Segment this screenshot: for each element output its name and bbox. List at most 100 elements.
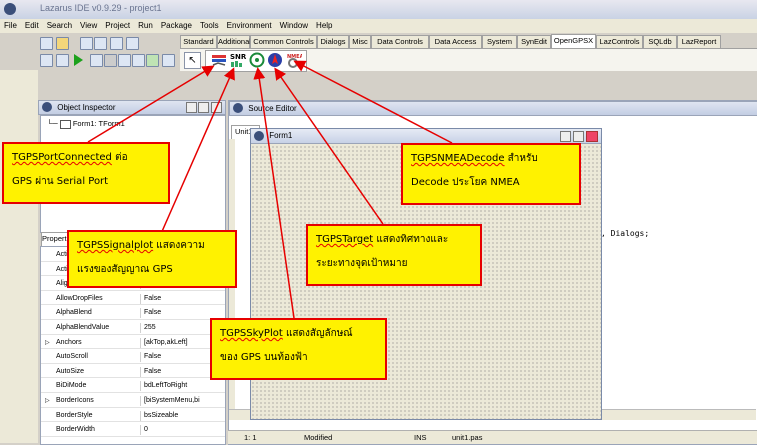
view-forms-icon[interactable] bbox=[56, 54, 69, 67]
property-row[interactable]: BorderStyle bsSizeable bbox=[41, 410, 225, 423]
property-name: AutoSize bbox=[56, 366, 141, 377]
tab-lazreport[interactable]: LazReport bbox=[677, 35, 721, 48]
form1-minimize-icon[interactable] bbox=[560, 131, 571, 142]
form1-maximize-icon[interactable] bbox=[573, 131, 584, 142]
tree-item-form1[interactable]: └─ Form1: TForm1 bbox=[47, 119, 125, 129]
tab-lazcontrols[interactable]: LazControls bbox=[596, 35, 643, 48]
component-palette: ↖ SNR NMEA bbox=[180, 48, 757, 72]
property-row[interactable]: AutoSize False bbox=[41, 366, 225, 379]
tab-data-controls[interactable]: Data Controls bbox=[371, 35, 429, 48]
target-icon[interactable] bbox=[266, 52, 284, 68]
property-row[interactable]: BorderWidth 0 bbox=[41, 425, 225, 437]
form1-close-icon[interactable] bbox=[586, 131, 598, 142]
property-name: AlphaBlend bbox=[56, 308, 141, 319]
toggle-form-icon[interactable] bbox=[110, 37, 123, 50]
tab-opengpsx[interactable]: OpenGPSX bbox=[551, 34, 596, 49]
object-inspector-header: Object Inspector bbox=[38, 100, 226, 115]
gps-port-icon[interactable] bbox=[210, 52, 228, 68]
callout-skyplot: TGPSSkyPlot แสดงสัญลักษณ์ ของ GPS บนท้อง… bbox=[210, 318, 387, 380]
menu-item-edit[interactable]: Edit bbox=[21, 19, 43, 30]
tab-additional[interactable]: Additional bbox=[217, 35, 251, 48]
tree-line-icon: └─ bbox=[47, 119, 58, 128]
tab-synedit[interactable]: SynEdit bbox=[517, 35, 551, 48]
callout-target: TGPSTarget แสดงทิศทางและ ระยะทางจุดเป้าห… bbox=[306, 224, 482, 286]
status-cursor-pos: 1: 1 bbox=[244, 433, 257, 442]
property-name: Anchors bbox=[56, 337, 141, 348]
lazarus-icon bbox=[42, 102, 52, 112]
lazarus-icon bbox=[254, 131, 264, 141]
close-icon[interactable] bbox=[211, 102, 222, 113]
menu-item-file[interactable]: File bbox=[0, 19, 21, 30]
step-over-icon[interactable] bbox=[132, 54, 145, 67]
status-modified: Modified bbox=[304, 433, 333, 442]
property-value[interactable]: bdLeftToRight bbox=[144, 381, 224, 391]
property-row[interactable]: BiDiMode bdLeftToRight bbox=[41, 381, 225, 393]
view-units-icon[interactable] bbox=[126, 37, 139, 50]
sky-plot-icon[interactable] bbox=[248, 52, 266, 68]
app-logo-icon bbox=[4, 3, 16, 15]
step-into-icon[interactable] bbox=[118, 54, 131, 67]
form1-title-bar: Form1 bbox=[251, 129, 601, 144]
component-palette-tabs: Standard Additional Common Controls Dialogs… bbox=[180, 34, 757, 49]
menu-item-window[interactable]: Window bbox=[276, 19, 312, 30]
window-title: Lazarus IDE v0.9.29 - project1 bbox=[40, 3, 162, 13]
property-value[interactable]: [biSystemMenu,bi bbox=[144, 396, 224, 406]
nmea-decode-icon[interactable]: NMEA bbox=[284, 52, 302, 68]
minimize-icon[interactable] bbox=[186, 102, 197, 113]
step-out-icon[interactable] bbox=[162, 54, 175, 67]
run-icon[interactable] bbox=[74, 54, 83, 66]
tab-system[interactable]: System bbox=[482, 35, 517, 48]
tab-common-controls[interactable]: Common Controls bbox=[250, 35, 317, 48]
snr-signal-icon[interactable]: SNR bbox=[229, 52, 247, 68]
property-row[interactable]: ▷ BorderIcons [biSystemMenu,bi bbox=[41, 396, 225, 408]
code-fragment: , Dialogs; bbox=[601, 229, 650, 238]
source-editor-header: Source Editor bbox=[229, 101, 757, 116]
menu-bar: File Edit Search View Project Run Package Tools… bbox=[0, 19, 757, 33]
property-row[interactable]: AlphaBlendValue 255 bbox=[41, 323, 225, 335]
property-value[interactable]: 0 bbox=[144, 425, 224, 435]
property-row[interactable]: AlphaBlend False bbox=[41, 308, 225, 320]
tab-data-access[interactable]: Data Access bbox=[429, 35, 482, 48]
menu-item-run[interactable]: Run bbox=[134, 19, 157, 30]
new-form-icon[interactable] bbox=[40, 54, 53, 67]
object-inspector-title: Object Inspector bbox=[57, 103, 116, 112]
main-toolbar bbox=[38, 34, 178, 70]
property-name: AutoScroll bbox=[56, 352, 141, 363]
property-name: BiDiMode bbox=[56, 381, 141, 392]
menu-item-environment[interactable]: Environment bbox=[223, 19, 276, 30]
run-to-cursor-icon[interactable] bbox=[146, 54, 159, 67]
status-filename: unit1.pas bbox=[452, 433, 483, 442]
tab-dialogs[interactable]: Dialogs bbox=[317, 35, 349, 48]
property-row[interactable]: ▷ Anchors [akTop,akLeft] bbox=[41, 337, 225, 350]
menu-item-package[interactable]: Package bbox=[157, 19, 196, 30]
selection-pointer-icon[interactable]: ↖ bbox=[184, 52, 201, 69]
source-editor-title: Source Editor bbox=[248, 104, 297, 113]
expand-icon[interactable]: ▷ bbox=[45, 396, 50, 406]
expand-icon[interactable]: ▷ bbox=[45, 338, 50, 348]
save-icon[interactable] bbox=[80, 37, 93, 50]
new-unit-icon[interactable] bbox=[40, 37, 53, 50]
callout-port: TGPSPortConnected ต่อ GPS ผ่าน Serial Po… bbox=[2, 142, 170, 204]
property-row[interactable]: AutoScroll False bbox=[41, 352, 225, 364]
left-gutter bbox=[0, 70, 38, 443]
property-name: AlphaBlendValue bbox=[56, 323, 141, 333]
menu-item-search[interactable]: Search bbox=[43, 19, 76, 30]
pause-icon[interactable] bbox=[90, 54, 103, 67]
restore-icon[interactable] bbox=[198, 102, 209, 113]
save-all-icon[interactable] bbox=[94, 37, 107, 50]
property-value[interactable]: bsSizeable bbox=[144, 411, 224, 421]
stop-icon[interactable] bbox=[104, 54, 117, 67]
open-icon[interactable] bbox=[56, 37, 69, 50]
tab-standard[interactable]: Standard bbox=[180, 35, 217, 48]
menu-item-project[interactable]: Project bbox=[101, 19, 134, 30]
tab-misc[interactable]: Misc bbox=[349, 35, 371, 48]
property-value[interactable]: False bbox=[144, 294, 224, 304]
property-value[interactable]: False bbox=[144, 308, 224, 318]
tab-sqldb[interactable]: SQLdb bbox=[643, 35, 677, 48]
property-row[interactable]: AllowDropFiles False bbox=[41, 293, 225, 306]
property-name: BorderStyle bbox=[56, 410, 141, 421]
menu-item-help[interactable]: Help bbox=[312, 19, 336, 30]
form-icon bbox=[59, 119, 71, 129]
menu-item-tools[interactable]: Tools bbox=[196, 19, 223, 30]
menu-item-view[interactable]: View bbox=[76, 19, 101, 30]
